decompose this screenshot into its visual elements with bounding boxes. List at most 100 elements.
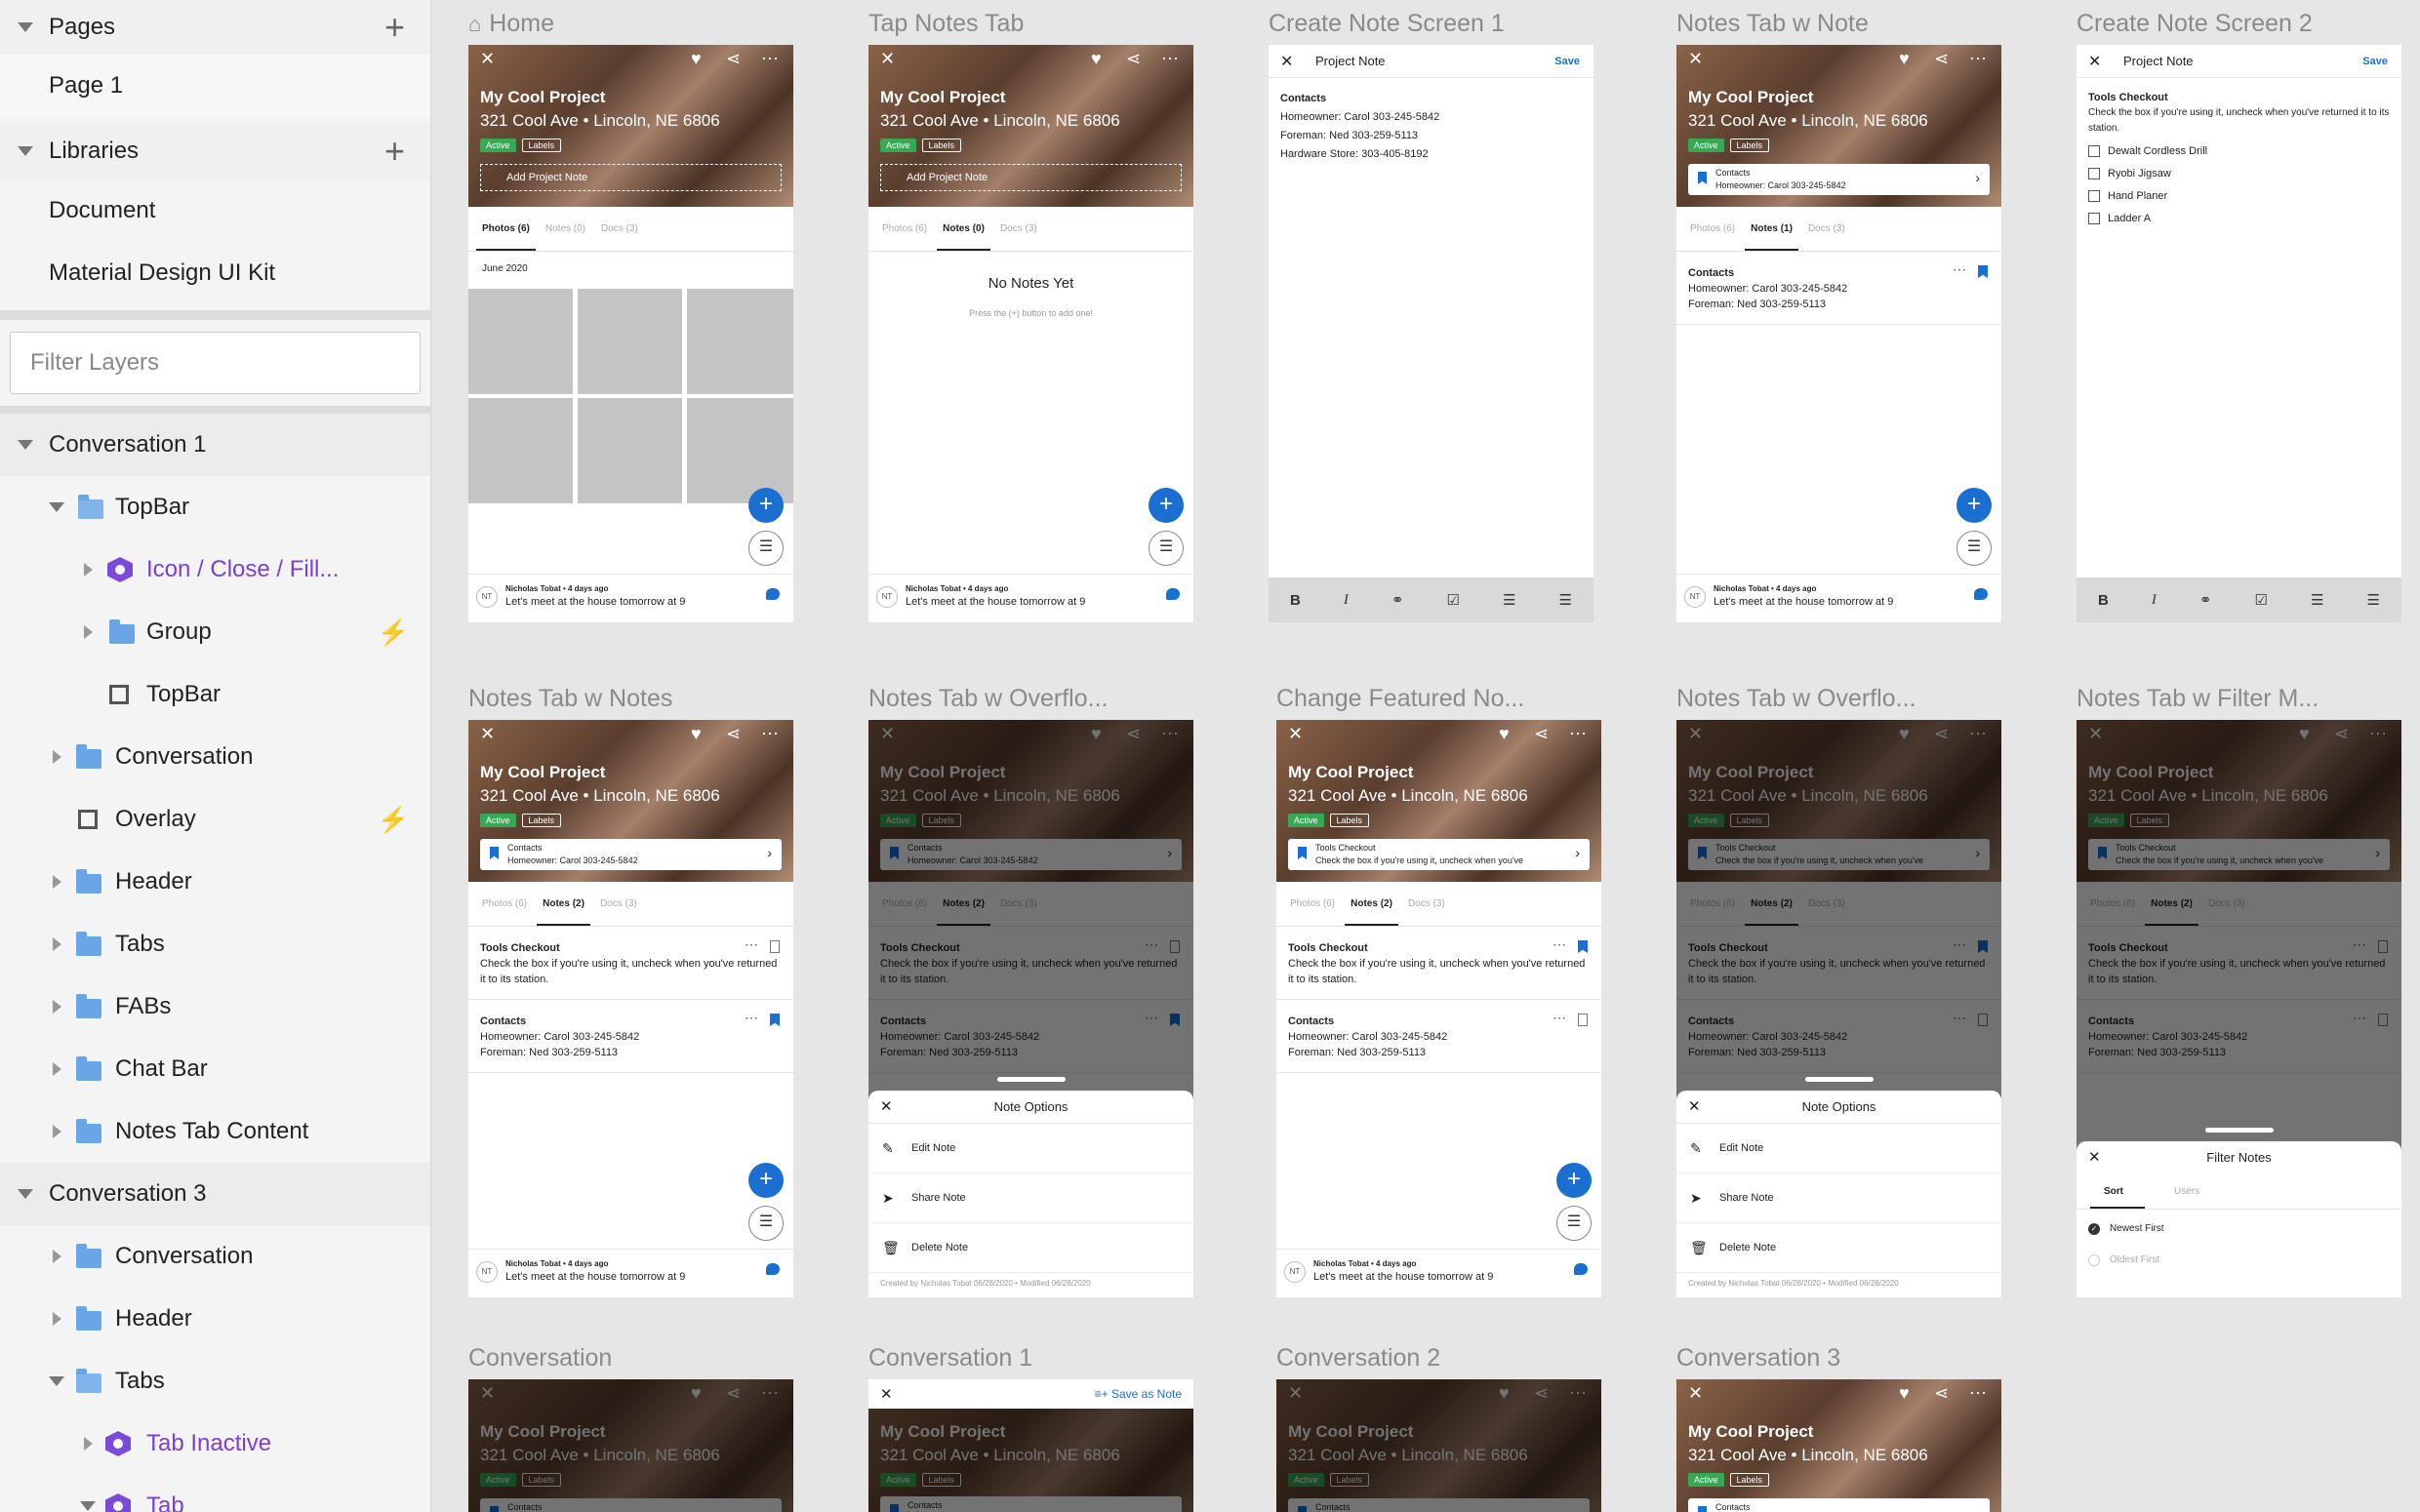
frame-conversation[interactable]: ✕ ♥ ⋖ ⋯ My Cool Project 321 Cool Ave • L… <box>468 1379 793 1512</box>
share-note-option[interactable]: ➤ Share Note <box>868 1174 1193 1223</box>
chat-bar[interactable]: NT Nicholas Tobat • 4 days ago Let's mee… <box>468 574 793 622</box>
frame-title-tap-notes[interactable]: Tap Notes Tab <box>868 10 1024 38</box>
tab-docs[interactable]: Docs (3) <box>1000 223 1037 234</box>
layer-fabs[interactable]: FABs <box>0 975 430 1038</box>
labels-chip[interactable]: Labels <box>921 139 962 152</box>
edit-note-option[interactable]: ✎ Edit Note <box>868 1124 1193 1174</box>
share-icon[interactable]: ⋖ <box>1934 49 1949 69</box>
tab-photos[interactable]: Photos (6) <box>482 898 527 909</box>
frame-title-conversation-1[interactable]: Conversation 1 <box>868 1344 1032 1373</box>
tab-photos[interactable]: Photos (6) <box>882 223 927 234</box>
photo-thumb[interactable] <box>468 289 573 394</box>
add-project-note-button[interactable]: Add Project Note <box>880 164 1182 191</box>
frame-notes-overflow-2[interactable]: ✕ ♥ ⋖ ⋯ My Cool Project 321 Cool Ave • L… <box>1676 720 2001 1297</box>
close-icon[interactable]: ✕ <box>880 1385 893 1403</box>
photo-thumb[interactable] <box>578 398 682 503</box>
bookmark-outline-icon[interactable] <box>1578 1014 1588 1026</box>
heart-icon[interactable]: ♥ <box>691 49 702 69</box>
note-card[interactable]: Tools Checkout Check the box if you're u… <box>468 927 793 1000</box>
close-icon[interactable]: ✕ <box>2088 52 2101 71</box>
chat-bar[interactable]: NT Nicholas Tobat • 4 days ago Let's mee… <box>1276 1249 1601 1297</box>
frame-change-featured[interactable]: ✕ ♥ ⋖ ⋯ My Cool Project 321 Cool Ave • L… <box>1276 720 1601 1297</box>
checkbox[interactable] <box>2088 190 2100 202</box>
delete-note-option[interactable]: 🗑 Delete Note <box>1676 1223 2001 1273</box>
editor-body[interactable]: Tools Checkout Check the box if you're u… <box>2077 78 2401 238</box>
more-icon[interactable]: ⋯ <box>1553 1010 1566 1025</box>
sheet-handle[interactable] <box>2204 1128 2274 1133</box>
expand-icon[interactable] <box>53 937 61 951</box>
italic-icon[interactable]: I <box>1344 592 1349 609</box>
featured-note-card[interactable]: Contacts Homeowner: Carol 303-245-5842 › <box>480 839 782 870</box>
frame-title-create-note-1[interactable]: Create Note Screen 1 <box>1269 10 1505 38</box>
filter-fab[interactable]: ☰ <box>1956 531 1992 566</box>
checkbox[interactable] <box>2088 213 2100 224</box>
bulleted-list-icon[interactable]: ☰ <box>2311 591 2323 609</box>
frame-conversation-1[interactable]: ✕ ≡+ Save as Note My Cool Project 321 Co… <box>868 1379 1193 1512</box>
expand-icon[interactable] <box>53 1250 61 1263</box>
expand-icon[interactable] <box>84 563 93 577</box>
save-button[interactable]: Save <box>2362 56 2388 67</box>
labels-chip[interactable]: Labels <box>1329 814 1370 827</box>
frame-title-notes-overflow-2[interactable]: Notes Tab w Overflo... <box>1676 685 1916 713</box>
share-icon[interactable]: ⋖ <box>1934 1383 1949 1404</box>
bold-icon[interactable]: B <box>2098 592 2109 609</box>
checkbox[interactable] <box>2088 145 2100 157</box>
checklist-item[interactable]: Ladder A <box>2088 211 2390 226</box>
tab-sort[interactable]: Sort <box>2104 1186 2123 1197</box>
layer-tabs[interactable]: Tabs <box>0 913 430 975</box>
close-icon[interactable]: ✕ <box>880 1091 893 1124</box>
heart-icon[interactable]: ♥ <box>1899 1383 1910 1404</box>
bookmark-outline-icon[interactable] <box>770 940 780 953</box>
frame-conversation-3[interactable]: ✕ ♥ ⋖ ⋯ My Cool Project 321 Cool Ave • L… <box>1676 1379 2001 1512</box>
overlay-scrim[interactable] <box>1276 1379 1601 1512</box>
more-icon[interactable]: ⋯ <box>1161 49 1179 69</box>
share-note-option[interactable]: ➤ Share Note <box>1676 1174 2001 1223</box>
sort-option-oldest[interactable]: Oldest First <box>2077 1247 2401 1284</box>
delete-note-option[interactable]: 🗑 Delete Note <box>868 1223 1193 1273</box>
more-icon[interactable]: ⋯ <box>761 724 779 744</box>
page-item-1[interactable]: Page 1 <box>0 55 430 117</box>
save-button[interactable]: Save <box>1554 56 1580 67</box>
close-icon[interactable]: ✕ <box>1688 49 1703 69</box>
checkbox-icon[interactable]: ☑ <box>1447 591 1460 609</box>
add-fab[interactable]: + <box>1149 488 1184 523</box>
frame-conversation-2[interactable]: ✕ ♥ ⋖ ⋯ My Cool Project 321 Cool Ave • L… <box>1276 1379 1601 1512</box>
more-icon[interactable]: ⋯ <box>745 936 758 952</box>
filter-fab[interactable]: ☰ <box>1556 1206 1592 1241</box>
tab-users[interactable]: Users <box>2174 1186 2199 1197</box>
artboard-canvas[interactable]: ⌂ Home Tap Notes Tab Create Note Screen 1… <box>431 0 2420 1512</box>
frame-title-conversation-2[interactable]: Conversation 2 <box>1276 1344 1440 1373</box>
layer-conversation[interactable]: Conversation <box>0 726 430 788</box>
add-fab[interactable]: + <box>748 1163 784 1198</box>
chat-bar[interactable]: NT Nicholas Tobat • 4 days ago Let's mee… <box>868 574 1193 622</box>
heart-icon[interactable]: ♥ <box>691 724 702 744</box>
libraries-section-header[interactable]: Libraries + <box>0 123 430 179</box>
layer-group[interactable]: Group ⚡ <box>0 601 430 663</box>
collapse-icon[interactable] <box>18 22 33 32</box>
more-icon[interactable]: ⋯ <box>1553 936 1566 952</box>
close-icon[interactable]: ✕ <box>2088 1141 2101 1174</box>
note-card[interactable]: Contacts Homeowner: Carol 303-245-5842 F… <box>1276 1000 1601 1073</box>
layer-topbar[interactable]: TopBar <box>0 663 430 726</box>
layer-conversation-3[interactable]: Conversation 3 <box>0 1163 430 1225</box>
photo-thumb[interactable] <box>687 289 793 394</box>
share-icon[interactable]: ⋖ <box>726 49 741 69</box>
layer-icon-close[interactable]: Icon / Close / Fill... <box>0 538 430 601</box>
frame-title-conversation[interactable]: Conversation <box>468 1344 612 1373</box>
numbered-list-icon[interactable]: ☰ <box>2367 591 2380 609</box>
share-icon[interactable]: ⋖ <box>1534 724 1549 744</box>
layer-c3-conversation[interactable]: Conversation <box>0 1225 430 1288</box>
more-icon[interactable]: ⋯ <box>761 49 779 69</box>
share-icon[interactable]: ⋖ <box>726 724 741 744</box>
expand-icon[interactable] <box>84 1437 93 1451</box>
tab-notes[interactable]: Notes (2) <box>537 898 590 926</box>
filter-fab[interactable]: ☰ <box>1149 531 1184 566</box>
layer-tab[interactable]: Tab <box>0 1475 430 1512</box>
tab-photos[interactable]: Photos (6) <box>1690 223 1735 234</box>
checklist-item[interactable]: Hand Planer <box>2088 188 2390 204</box>
tab-notes[interactable]: Notes (1) <box>1745 223 1798 251</box>
share-icon[interactable]: ⋖ <box>1126 49 1141 69</box>
chat-bubble-icon[interactable] <box>1166 588 1180 600</box>
expand-icon[interactable] <box>53 1125 61 1138</box>
frame-title-home[interactable]: ⌂ Home <box>468 10 554 38</box>
